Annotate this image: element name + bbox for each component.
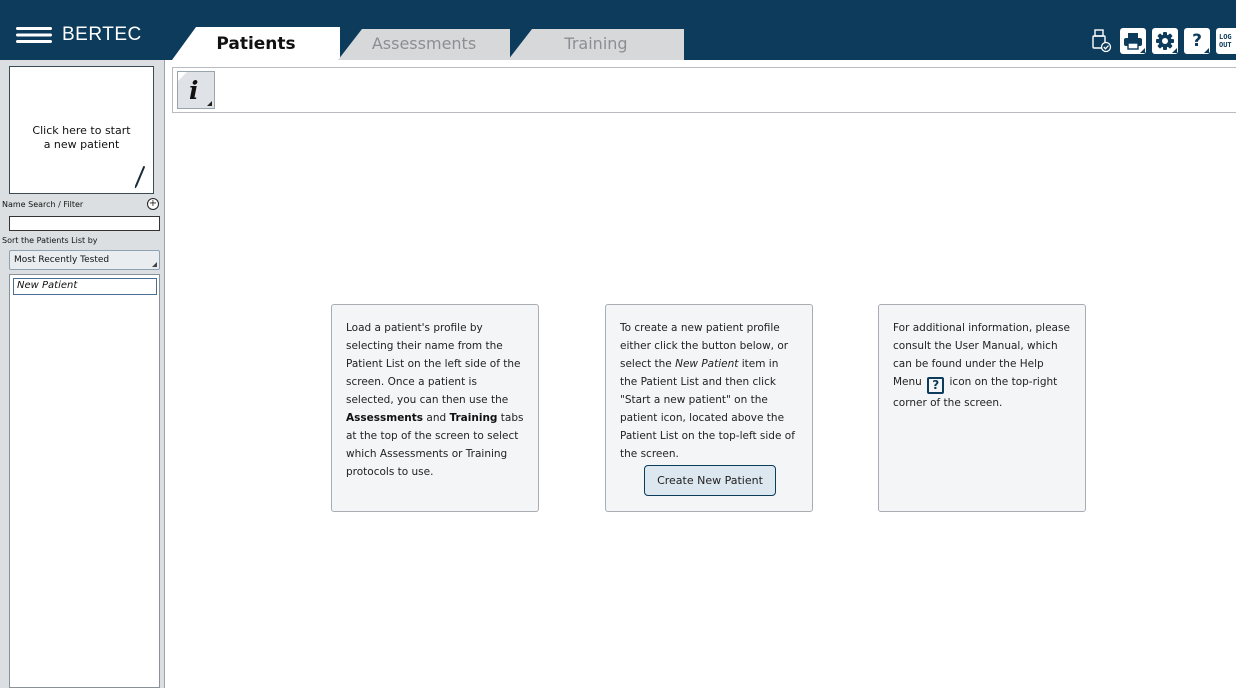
usb-icon[interactable] bbox=[1088, 28, 1114, 54]
load-text-2: and bbox=[423, 412, 450, 424]
settings-icon[interactable] bbox=[1152, 28, 1178, 54]
tab-training[interactable]: Training bbox=[508, 27, 684, 60]
info-glyph: i bbox=[189, 76, 199, 105]
info-icon[interactable]: i bbox=[177, 71, 215, 109]
sort-select[interactable]: Most Recently Tested bbox=[9, 250, 160, 270]
search-label: Name Search / Filter bbox=[2, 200, 84, 209]
printer-icon[interactable] bbox=[1120, 28, 1146, 54]
load-bold-assessments: Assessments bbox=[346, 412, 424, 424]
create-italic-new-patient: New Patient bbox=[675, 358, 739, 370]
tab-training-label: Training bbox=[564, 34, 628, 53]
create-new-patient-button[interactable]: Create New Patient bbox=[644, 465, 776, 496]
sort-selected-value: Most Recently Tested bbox=[14, 255, 110, 265]
bertec-logo-icon bbox=[16, 27, 52, 43]
load-text-1: Load a patient's profile by selecting th… bbox=[346, 322, 521, 406]
new-patient-line2: a new patient bbox=[43, 138, 120, 151]
logout-icon[interactable]: LOG OUT bbox=[1216, 28, 1236, 54]
create-patient-card: To create a new patient profile either c… bbox=[605, 304, 813, 512]
new-patient-line1: Click here to start bbox=[32, 124, 131, 137]
list-item-new-patient[interactable]: New Patient bbox=[13, 278, 157, 295]
load-bold-training: Training bbox=[449, 412, 498, 424]
toolbar: ? LOG OUT bbox=[1088, 28, 1236, 54]
add-filter-icon[interactable]: + bbox=[147, 198, 159, 210]
brand-name: BERTEC bbox=[62, 24, 142, 45]
logout-line1: LOG bbox=[1219, 33, 1232, 41]
help-inline-icon: ? bbox=[927, 376, 945, 394]
tab-assessments[interactable]: Assessments bbox=[338, 27, 510, 60]
search-input[interactable] bbox=[9, 216, 160, 231]
sort-label: Sort the Patients List by bbox=[2, 236, 98, 245]
new-patient-card-text: Click here to start a new patient bbox=[10, 124, 153, 152]
brand-logo: BERTEC bbox=[16, 24, 142, 46]
help-icon[interactable]: ? bbox=[1184, 28, 1210, 54]
dropdown-corner-icon bbox=[152, 262, 157, 267]
new-patient-card[interactable]: Click here to start a new patient bbox=[9, 66, 154, 194]
info-bar: i bbox=[172, 67, 1236, 113]
sidebar: Click here to start a new patient Name S… bbox=[0, 60, 165, 688]
tab-patients-label: Patients bbox=[216, 33, 296, 54]
create-text-2: item in the Patient List and then click … bbox=[620, 358, 795, 460]
app-header: BERTEC Patients Assessments Training ? L… bbox=[0, 0, 1236, 60]
help-info-card: For additional information, please consu… bbox=[878, 304, 1086, 512]
patient-list: New Patient bbox=[9, 274, 160, 688]
logout-line2: OUT bbox=[1219, 41, 1232, 49]
tab-patients[interactable]: Patients bbox=[172, 27, 340, 60]
tab-assessments-label: Assessments bbox=[371, 34, 477, 53]
load-patient-card: Load a patient's profile by selecting th… bbox=[331, 304, 539, 512]
pen-icon bbox=[134, 166, 145, 189]
